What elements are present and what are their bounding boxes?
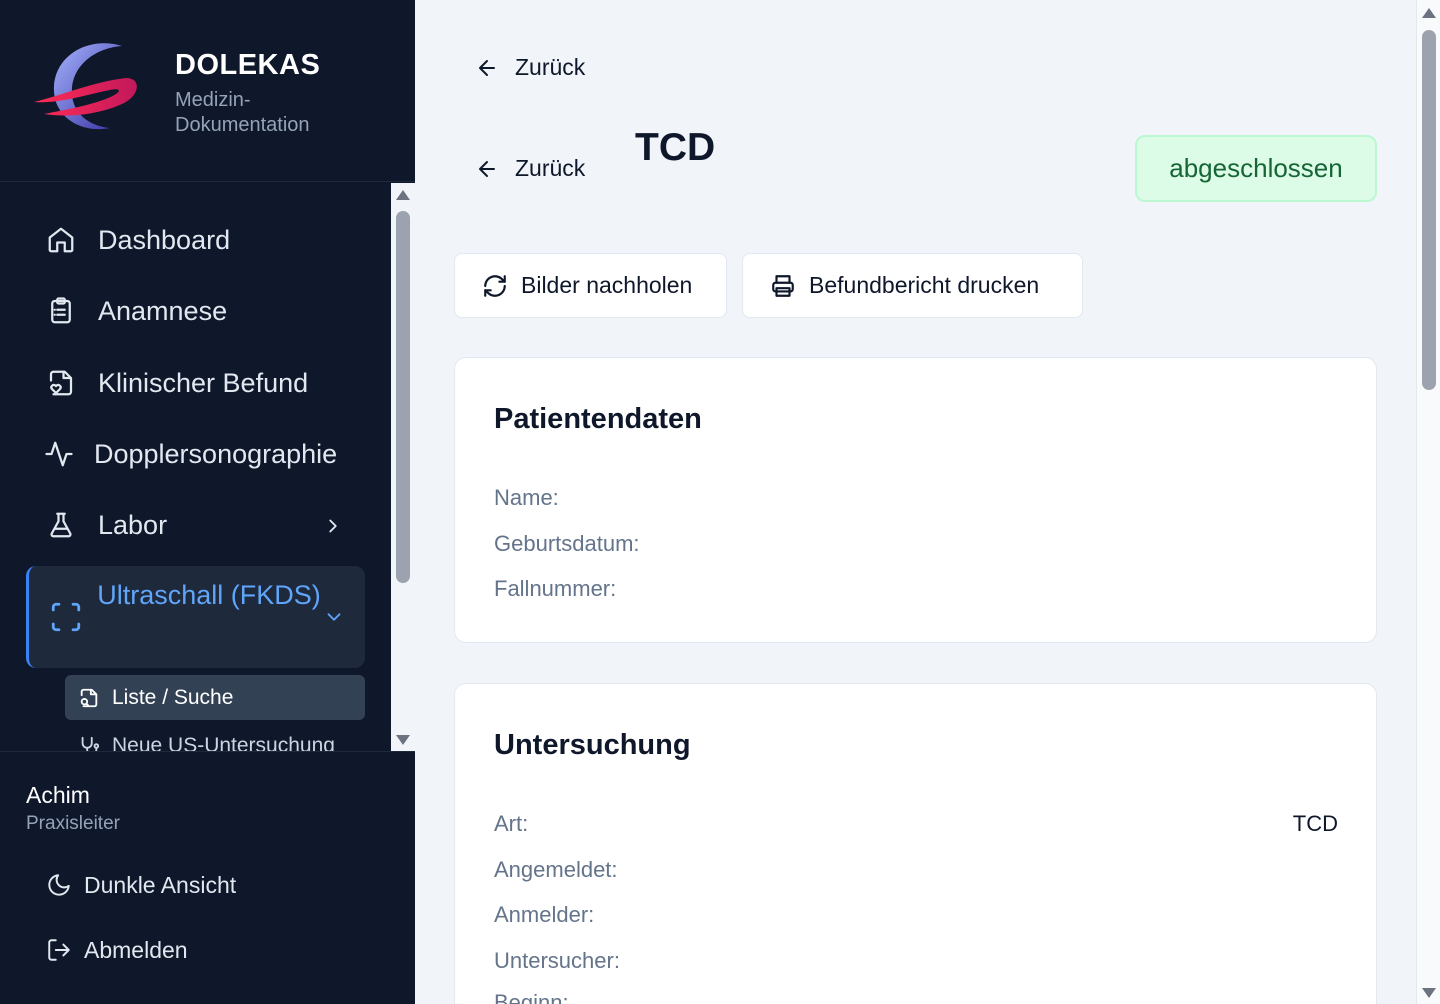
sidebar-nav: Dashboard Anamnese Klinischer Befund Dop… bbox=[0, 183, 415, 751]
sidebar-item-label: Dashboard bbox=[98, 224, 231, 255]
scroll-up-arrow-icon[interactable] bbox=[396, 190, 410, 200]
moon-icon bbox=[46, 872, 72, 898]
scrollbar-thumb[interactable] bbox=[396, 211, 410, 583]
exam-type-label: Art: bbox=[494, 811, 529, 836]
exam-registered-label: Angemeldet: bbox=[494, 857, 618, 882]
chevron-right-icon bbox=[322, 513, 344, 544]
sidebar: DOLEKAS Medizin-Dokumentation Dashboard … bbox=[0, 0, 415, 1004]
print-report-button[interactable]: Befundbericht drucken bbox=[742, 253, 1083, 318]
scroll-up-arrow-icon[interactable] bbox=[1422, 8, 1436, 18]
print-report-label: Befundbericht drucken bbox=[809, 272, 1040, 298]
sidebar-subitem-neue-us-untersuchung[interactable]: Neue US-Untersuchung bbox=[65, 723, 365, 751]
exam-registered-row: Angemeldet: bbox=[494, 857, 1338, 883]
arrow-left-icon bbox=[475, 56, 499, 80]
exam-type-value: TCD bbox=[1292, 811, 1338, 836]
brand-name: DOLEKAS bbox=[175, 49, 321, 81]
chevron-down-icon bbox=[323, 606, 345, 633]
back-link[interactable]: Zurück bbox=[475, 155, 585, 182]
user-role: Praxisleiter bbox=[26, 813, 120, 834]
exam-start-row: Beginn: bbox=[494, 990, 1338, 1004]
page-scrollbar[interactable] bbox=[1416, 0, 1440, 1004]
stethoscope-icon bbox=[78, 735, 100, 751]
sidebar-item-klinischer-befund[interactable]: Klinischer Befund bbox=[26, 353, 366, 413]
sidebar-item-dopplersonographie[interactable]: Dopplersonographie bbox=[26, 424, 366, 484]
scroll-down-arrow-icon[interactable] bbox=[396, 735, 410, 745]
patient-name-row: Name: bbox=[494, 485, 1338, 511]
status-badge: abgeschlossen bbox=[1135, 135, 1377, 202]
sidebar-subitem-label: Liste / Suche bbox=[112, 685, 234, 709]
refresh-icon bbox=[481, 272, 509, 300]
logout-button[interactable]: Abmelden bbox=[46, 930, 188, 970]
scroll-down-arrow-icon[interactable] bbox=[1422, 988, 1436, 998]
exam-type-row: Art: TCD bbox=[494, 811, 1338, 837]
dolekas-logo[interactable] bbox=[30, 38, 142, 136]
back-label: Zurück bbox=[515, 54, 586, 80]
main-content: Zurück Zurück TCD abgeschlossen Bilder n… bbox=[415, 0, 1416, 1004]
user-panel: Achim Praxisleiter Dunkle Ansicht Abmeld… bbox=[0, 751, 415, 1004]
logout-label: Abmelden bbox=[84, 936, 188, 963]
clipboard-list-icon bbox=[44, 294, 78, 328]
patient-data-heading: Patientendaten bbox=[494, 403, 702, 435]
patient-birthdate-row: Geburtsdatum: bbox=[494, 531, 1338, 557]
brand-subtitle: Medizin-Dokumentation bbox=[175, 89, 310, 136]
examination-heading: Untersuchung bbox=[494, 729, 691, 761]
exam-referrer-row: Anmelder: bbox=[494, 902, 1338, 928]
sidebar-item-label: Ultraschall (FKDS) bbox=[97, 580, 321, 610]
arrow-left-icon bbox=[475, 157, 499, 181]
activity-icon bbox=[42, 437, 76, 471]
examination-card: Untersuchung Art: TCD Angemeldet: Anmeld… bbox=[454, 683, 1377, 1004]
patient-case-number-row: Fallnummer: bbox=[494, 576, 1338, 602]
patient-case-number-label: Fallnummer: bbox=[494, 576, 617, 601]
sidebar-scrollbar[interactable] bbox=[391, 183, 415, 751]
sidebar-item-label: Klinischer Befund bbox=[98, 367, 309, 398]
sidebar-item-label: Dopplersonographie bbox=[94, 438, 338, 469]
exam-examiner-row: Untersucher: bbox=[494, 948, 1338, 974]
reload-images-label: Bilder nachholen bbox=[521, 272, 693, 298]
patient-name-label: Name: bbox=[494, 485, 559, 510]
brand-header: DOLEKAS Medizin-Dokumentation bbox=[0, 0, 415, 182]
patient-birthdate-label: Geburtsdatum: bbox=[494, 531, 640, 556]
back-link-top[interactable]: Zurück bbox=[475, 54, 585, 81]
sidebar-subitem-label: Neue US-Untersuchung bbox=[112, 733, 335, 752]
file-heart-icon bbox=[44, 366, 78, 400]
file-search-icon bbox=[78, 687, 100, 709]
flask-icon bbox=[44, 508, 78, 542]
sidebar-subitem-liste-suche[interactable]: Liste / Suche bbox=[65, 675, 365, 720]
sidebar-item-label: Labor bbox=[98, 509, 168, 540]
back-label: Zurück bbox=[515, 155, 586, 181]
logout-icon bbox=[46, 937, 72, 963]
sidebar-item-ultraschall[interactable]: Ultraschall (FKDS) bbox=[26, 566, 365, 668]
sidebar-item-label: Anamnese bbox=[98, 295, 228, 326]
exam-start-label: Beginn: bbox=[494, 990, 569, 1004]
sidebar-item-dashboard[interactable]: Dashboard bbox=[26, 210, 366, 270]
scan-icon bbox=[49, 600, 83, 639]
dark-mode-button[interactable]: Dunkle Ansicht bbox=[46, 865, 236, 905]
page-title: TCD bbox=[635, 126, 716, 169]
exam-referrer-label: Anmelder: bbox=[494, 902, 595, 927]
user-name: Achim bbox=[26, 782, 90, 808]
dark-mode-label: Dunkle Ansicht bbox=[84, 871, 237, 898]
reload-images-button[interactable]: Bilder nachholen bbox=[454, 253, 727, 318]
sidebar-item-anamnese[interactable]: Anamnese bbox=[26, 281, 366, 341]
printer-icon bbox=[769, 272, 797, 300]
home-icon bbox=[44, 223, 78, 257]
patient-data-card: Patientendaten Name: Geburtsdatum: Falln… bbox=[454, 357, 1377, 643]
exam-examiner-label: Untersucher: bbox=[494, 948, 620, 973]
scrollbar-thumb[interactable] bbox=[1422, 30, 1436, 390]
sidebar-item-labor[interactable]: Labor bbox=[26, 495, 366, 555]
